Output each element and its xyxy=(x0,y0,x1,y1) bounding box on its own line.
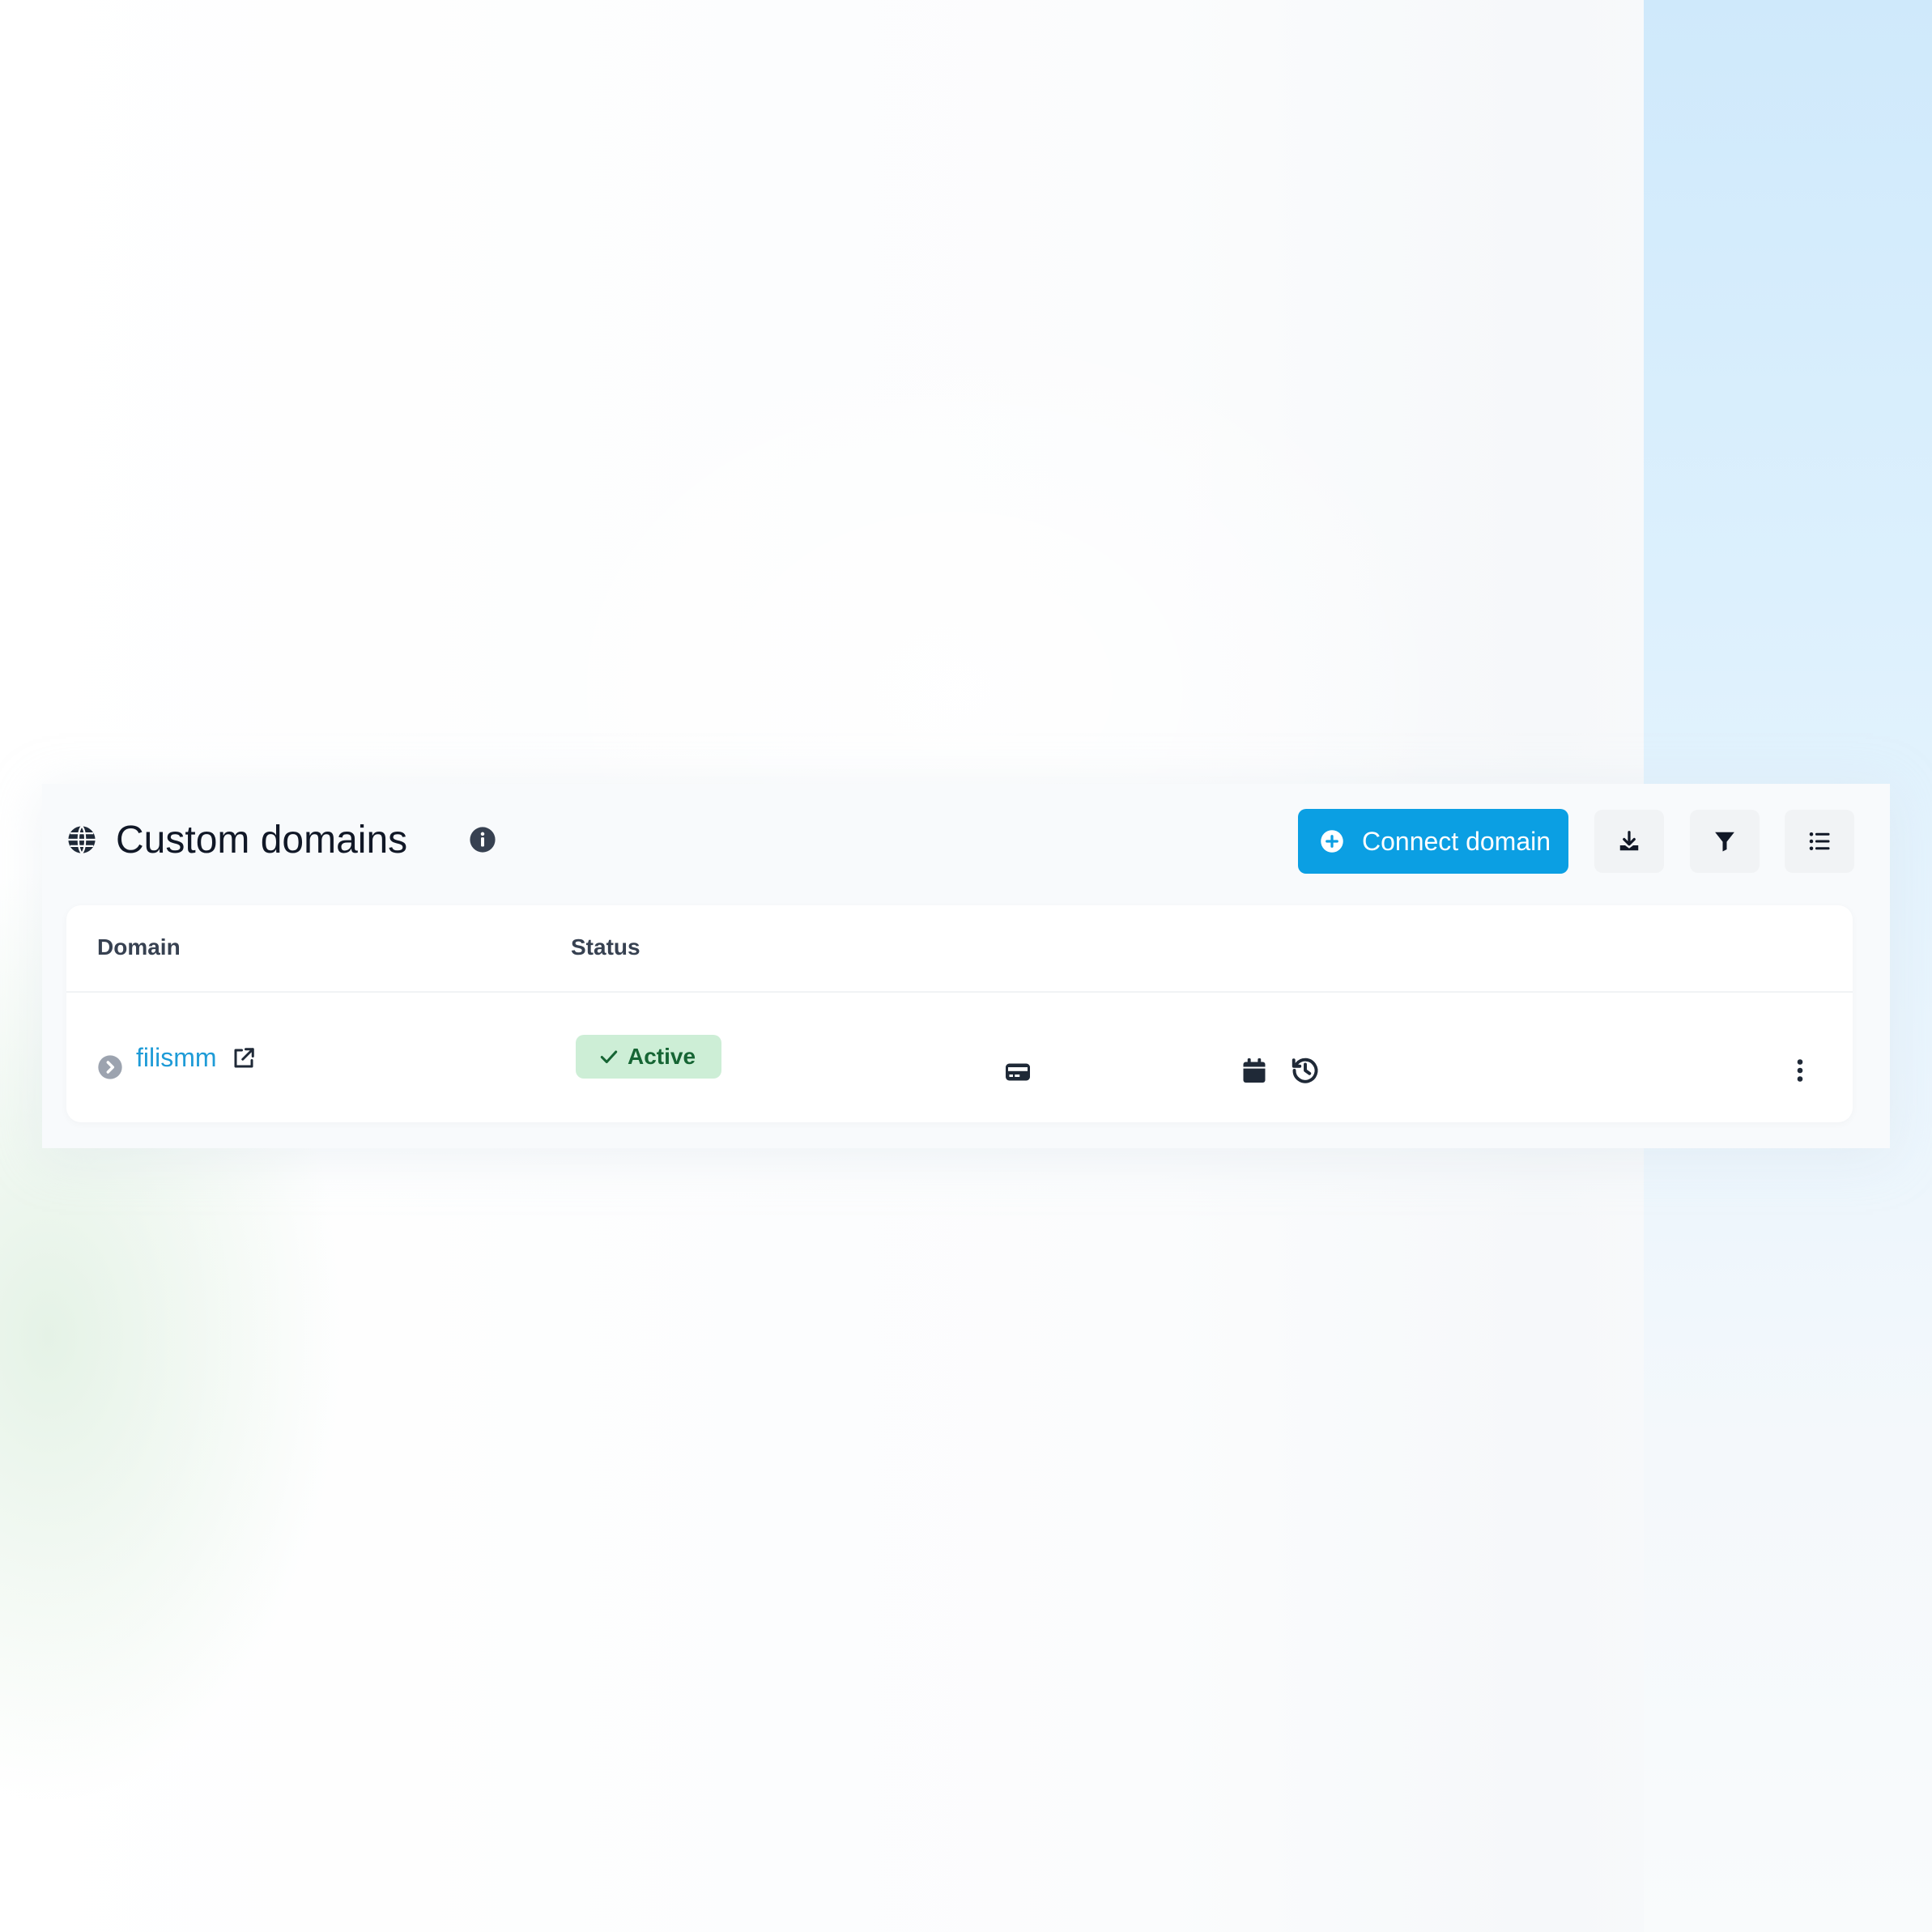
connect-domain-label: Connect domain xyxy=(1362,826,1551,856)
column-header-status[interactable]: Status xyxy=(571,934,640,960)
table-row: filismm Active xyxy=(66,993,1853,1122)
list-icon xyxy=(1809,832,1830,850)
more-vertical-icon[interactable] xyxy=(1785,1056,1815,1085)
columns-button[interactable] xyxy=(1785,810,1854,873)
domain-link[interactable]: filismm xyxy=(136,1043,217,1073)
page-title: Custom domains xyxy=(116,819,408,862)
connect-domain-button[interactable]: Connect domain xyxy=(1298,809,1568,874)
status-badge: Active xyxy=(576,1035,721,1079)
filter-button[interactable] xyxy=(1690,810,1760,873)
column-header-domain[interactable]: Domain xyxy=(97,934,181,960)
domains-table: Domain Status filismm Active xyxy=(66,905,1853,1122)
status-label: Active xyxy=(628,1044,696,1069)
history-icon[interactable] xyxy=(1291,1056,1320,1085)
chevron-right-circle-icon[interactable] xyxy=(97,1054,123,1080)
external-link-icon[interactable] xyxy=(232,1046,256,1070)
plus-circle-icon xyxy=(1321,830,1343,853)
globe-icon xyxy=(68,825,96,854)
section-header: Custom domains Connect domain xyxy=(66,808,1874,874)
info-icon[interactable] xyxy=(469,826,496,853)
download-button[interactable] xyxy=(1594,810,1664,873)
download-icon xyxy=(1619,831,1639,851)
calendar-icon[interactable] xyxy=(1240,1056,1269,1085)
credit-card-icon[interactable] xyxy=(1003,1057,1032,1087)
check-icon xyxy=(600,1050,618,1064)
filter-icon xyxy=(1715,832,1734,852)
custom-domains-section: Custom domains Connect domain Domain Sta… xyxy=(42,784,1890,1148)
